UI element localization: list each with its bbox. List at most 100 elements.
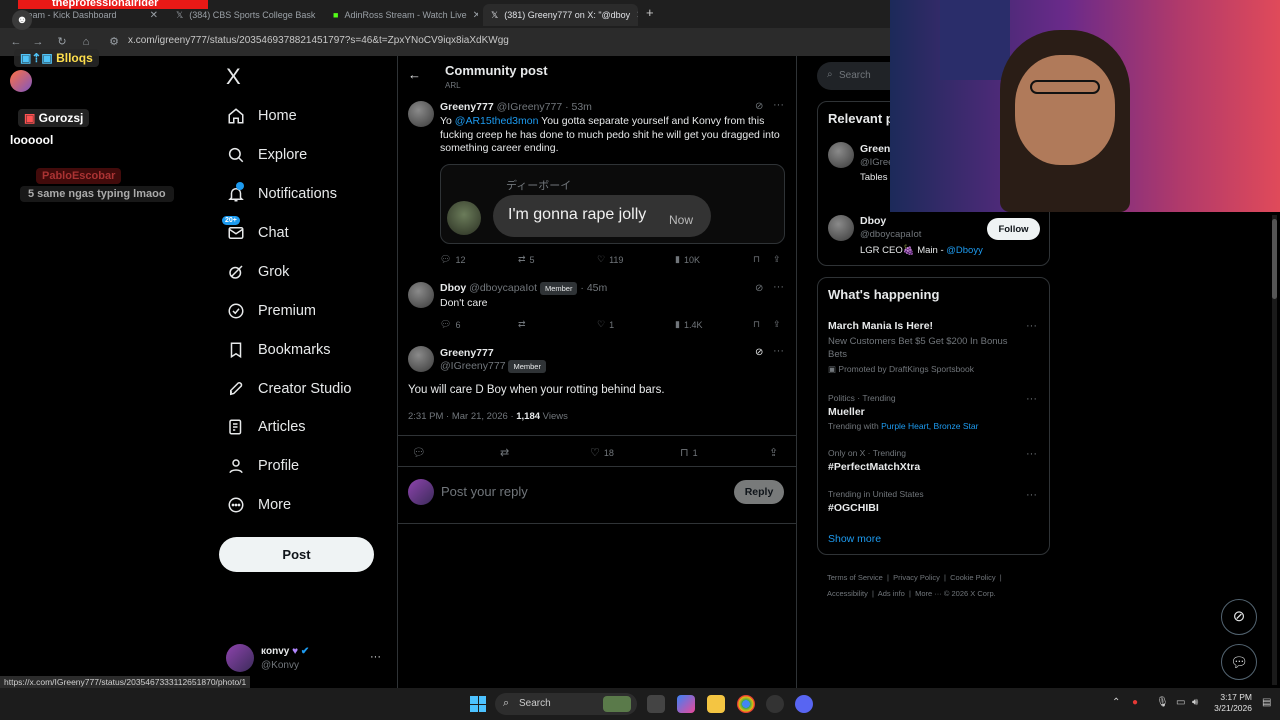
more-options-icon[interactable]: ··· <box>1026 448 1037 460</box>
account-more-icon[interactable]: ··· <box>370 651 381 663</box>
repost-button[interactable]: ⇄ <box>500 446 509 459</box>
person-name[interactable]: Dboy <box>860 215 886 227</box>
obs-icon[interactable] <box>766 695 784 713</box>
avatar[interactable] <box>408 101 434 127</box>
reply-button[interactable]: Reply <box>734 480 784 504</box>
nav-home[interactable]: Home <box>226 101 297 131</box>
copilot-icon[interactable] <box>677 695 695 713</box>
reply-button[interactable]: 💬︎ <box>412 446 426 459</box>
clock[interactable]: 3:17 PM 3/21/2026 <box>1210 692 1252 714</box>
trend-title[interactable]: March Mania Is Here! <box>828 320 933 332</box>
site-info-icon[interactable]: ⚙ <box>106 34 122 50</box>
repost-button[interactable]: ⇄ 5 <box>518 254 535 265</box>
author-name[interactable]: Greeny777 <box>440 347 494 361</box>
chat-float-icon[interactable]: 💬︎ <box>1221 644 1257 680</box>
home-browser-icon[interactable]: ⌂ <box>78 34 94 50</box>
tab-greeny-post[interactable]: 𝕏 (381) Greeny777 on X: "@dboy ✕ <box>483 4 638 26</box>
tray-chevron-icon[interactable]: ⌃ <box>1112 697 1120 708</box>
share-button[interactable]: ⇪ <box>773 319 781 330</box>
more-options-icon[interactable]: ··· <box>773 99 784 111</box>
tweet-time[interactable]: · 45m <box>580 282 607 294</box>
trend-title[interactable]: #PerfectMatchXtra <box>828 461 920 473</box>
avatar[interactable] <box>408 282 434 308</box>
close-icon[interactable]: ✕ <box>473 10 478 21</box>
forward-icon[interactable]: → <box>30 34 46 50</box>
views-button[interactable]: ▮ 10K <box>675 254 700 265</box>
account-name[interactable]: кonvy ♥ ✔ <box>261 646 309 657</box>
windows-start-icon[interactable] <box>470 696 486 712</box>
tab-adinross-stream[interactable]: ■ AdinRoss Stream - Watch Live ✕ <box>325 4 478 26</box>
nav-notifications[interactable]: Notifications <box>226 179 337 209</box>
search-input[interactable]: Search <box>839 70 871 81</box>
mention-link[interactable]: @Dboyy <box>946 245 983 256</box>
reply-button[interactable]: 💬︎ 6 <box>440 319 460 330</box>
views-button[interactable]: ▮ 1.4K <box>675 319 702 330</box>
reply-input[interactable]: Post your reply <box>441 484 528 499</box>
tweet-time[interactable]: · 53m <box>565 101 592 113</box>
scrollbar-thumb[interactable] <box>1272 219 1277 299</box>
nav-creator-studio[interactable]: Creator Studio <box>226 374 352 404</box>
show-more-link[interactable]: Show more <box>828 533 881 545</box>
reply-button[interactable]: 💬︎ 12 <box>440 254 465 265</box>
trend-title[interactable]: Mueller <box>828 406 865 418</box>
nav-grok[interactable]: Grok <box>226 257 289 287</box>
x-logo-icon[interactable]: X <box>226 64 241 90</box>
share-button[interactable]: ⇪ <box>773 254 781 265</box>
post-button[interactable]: Post <box>219 537 374 572</box>
grok-icon[interactable]: ⊘ <box>755 347 763 358</box>
author-handle[interactable]: @dboycapaIot <box>469 282 537 294</box>
account-avatar[interactable] <box>226 644 254 672</box>
trending-with-links[interactable]: Purple Heart, Bronze Star <box>881 421 978 431</box>
footer-link[interactable]: Cookie Policy <box>950 573 995 582</box>
nav-premium[interactable]: Premium <box>226 296 316 326</box>
author-name[interactable]: Greeny777 <box>440 101 494 113</box>
new-tab-button[interactable]: + <box>646 5 654 20</box>
more-options-icon[interactable]: ··· <box>1026 393 1037 405</box>
notification-center-icon[interactable]: ▤ <box>1262 697 1271 708</box>
footer-link[interactable]: More ··· <box>915 589 942 598</box>
back-arrow-icon[interactable]: ← <box>408 67 421 82</box>
avatar[interactable] <box>828 215 854 241</box>
more-options-icon[interactable]: ··· <box>773 345 784 357</box>
tweet-media[interactable]: ディーボーイ I'm gonna rape jolly Now <box>440 164 785 244</box>
microphone-icon[interactable]: 🎙︎ <box>1156 697 1169 708</box>
taskbar-search[interactable]: ⌕ Search <box>495 693 637 715</box>
footer-link[interactable]: Terms of Service <box>827 573 883 582</box>
mention-link[interactable]: @AR15thed3mon <box>455 115 539 127</box>
volume-icon[interactable]: 🔊︎ <box>1192 697 1198 708</box>
file-explorer-icon[interactable] <box>707 695 725 713</box>
tweet-timestamp[interactable]: 2:31 PM · Mar 21, 2026 · <box>408 411 514 422</box>
grok-icon[interactable]: ⊘ <box>755 101 763 112</box>
tray-app-icon[interactable]: ● <box>1132 697 1138 708</box>
like-button[interactable]: ♡ 18 <box>590 446 614 459</box>
scrollbar[interactable] <box>1272 215 1277 685</box>
reload-icon[interactable]: ↻ <box>54 34 70 50</box>
nav-bookmarks[interactable]: Bookmarks <box>226 335 331 365</box>
repost-button[interactable]: ⇄ <box>518 319 526 330</box>
share-button[interactable]: ⇪ <box>769 446 778 459</box>
grok-float-icon[interactable]: ⊘ <box>1221 599 1257 635</box>
avatar[interactable] <box>408 346 434 372</box>
author-handle[interactable]: @IGreeny777 <box>497 101 563 113</box>
avatar[interactable] <box>828 142 854 168</box>
trend-title[interactable]: #OGCHIBI <box>828 502 879 514</box>
more-options-icon[interactable]: ··· <box>1026 489 1037 501</box>
chrome-icon[interactable] <box>737 695 755 713</box>
nav-profile[interactable]: Profile <box>226 451 299 481</box>
author-handle[interactable]: @IGreeny777 <box>440 360 506 372</box>
footer-link[interactable]: Ads info <box>878 589 905 598</box>
footer-link[interactable]: Privacy Policy <box>893 573 940 582</box>
author-name[interactable]: Dboy <box>440 282 466 294</box>
back-icon[interactable]: ← <box>8 34 24 50</box>
follow-button[interactable]: Follow <box>987 218 1040 240</box>
task-view-icon[interactable] <box>647 695 665 713</box>
network-icon[interactable]: ▭ <box>1176 697 1185 708</box>
more-options-icon[interactable]: ··· <box>1026 320 1037 332</box>
nav-chat[interactable]: 20+ Chat <box>222 216 289 248</box>
discord-icon[interactable] <box>795 695 813 713</box>
close-icon[interactable]: ✕ <box>636 10 638 21</box>
more-options-icon[interactable]: ··· <box>773 281 784 293</box>
close-icon[interactable]: ✕ <box>150 10 158 21</box>
like-button[interactable]: ♡ 1 <box>597 319 614 330</box>
url-field[interactable]: x.com/igreeny777/status/2035469378821451… <box>128 35 509 46</box>
